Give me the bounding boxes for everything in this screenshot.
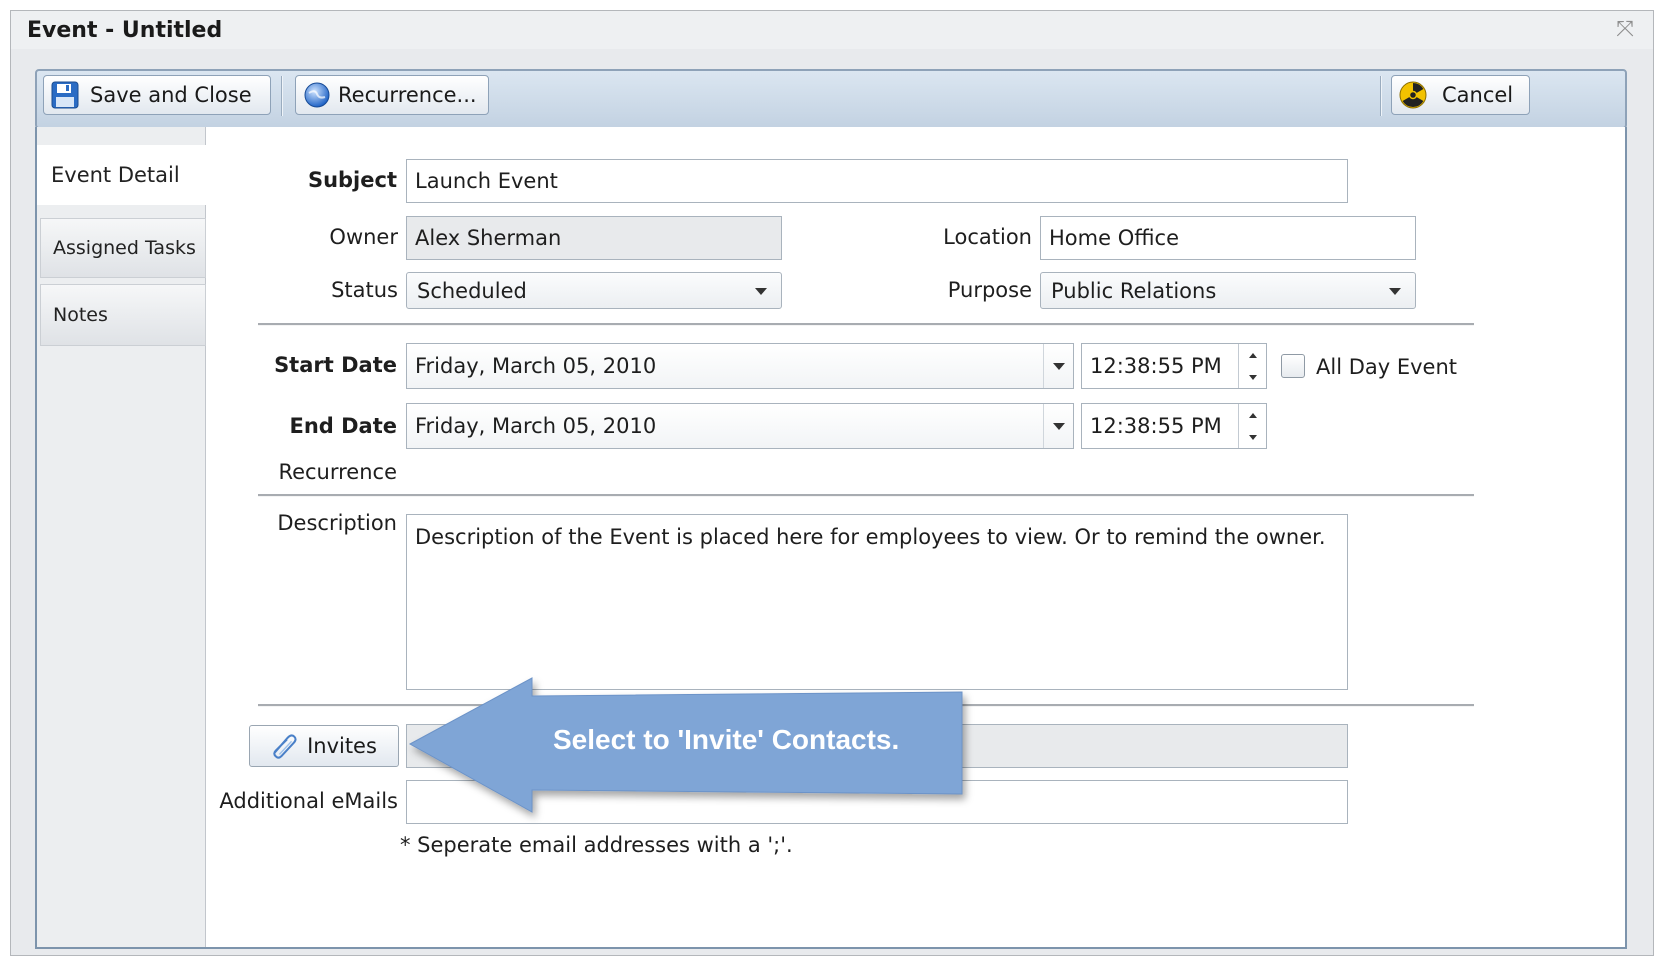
globe-icon: [302, 80, 332, 110]
toolbar-separator: [281, 76, 283, 116]
end-time-spinner[interactable]: [1238, 404, 1266, 448]
paperclip-icon: [271, 731, 299, 761]
callout-text: Select to 'Invite' Contacts.: [553, 724, 900, 755]
recurrence-button[interactable]: Recurrence...: [295, 75, 489, 115]
start-time-input[interactable]: 12:38:55 PM: [1081, 343, 1267, 389]
all-day-label: All Day Event: [1316, 355, 1458, 379]
tab-assigned-tasks[interactable]: Assigned Tasks: [40, 218, 206, 278]
toolbar-separator: [1380, 76, 1382, 116]
spin-up-icon[interactable]: [1239, 344, 1266, 366]
location-input[interactable]: Home Office: [1040, 216, 1416, 260]
purpose-dropdown[interactable]: Public Relations: [1040, 272, 1416, 309]
toolbar: [35, 69, 1627, 129]
recurrence-label: Recurrence...: [338, 83, 477, 107]
owner-label: Owner: [329, 225, 398, 249]
end-date-value: Friday, March 05, 2010: [415, 414, 657, 438]
recurrence-field-label: Recurrence: [278, 460, 397, 484]
email-hint: * Seperate email addresses with a ';'.: [400, 833, 793, 857]
additional-emails-label: Additional eMails: [219, 789, 398, 813]
subject-label: Subject: [307, 168, 397, 192]
start-date-picker[interactable]: Friday, March 05, 2010: [406, 343, 1074, 389]
title-bar: [11, 11, 1653, 49]
invites-label: Invites: [307, 734, 377, 758]
chevron-down-icon: [755, 287, 767, 295]
save-and-close-label: Save and Close: [90, 83, 252, 107]
status-value: Scheduled: [417, 278, 527, 303]
start-date-value: Friday, March 05, 2010: [415, 354, 657, 378]
end-time-input[interactable]: 12:38:55 PM: [1081, 403, 1267, 449]
chevron-down-icon: [1052, 422, 1065, 430]
status-dropdown[interactable]: Scheduled: [406, 272, 782, 309]
start-time-value: 12:38:55 PM: [1090, 354, 1222, 378]
description-label: Description: [277, 511, 397, 535]
spin-up-icon[interactable]: [1239, 404, 1266, 426]
cancel-label: Cancel: [1442, 83, 1514, 107]
start-date-label: Start Date: [274, 353, 397, 377]
location-label: Location: [943, 225, 1032, 249]
purpose-label: Purpose: [947, 278, 1032, 302]
all-day-checkbox[interactable]: [1281, 354, 1305, 378]
spin-down-icon[interactable]: [1239, 426, 1266, 448]
description-textarea[interactable]: Description of the Event is placed here …: [406, 514, 1348, 690]
start-time-spinner[interactable]: [1238, 344, 1266, 388]
status-label: Status: [331, 278, 398, 302]
section-divider: [258, 494, 1474, 497]
start-date-dropdown-button[interactable]: [1043, 344, 1073, 388]
owner-field: Alex Sherman: [406, 216, 782, 260]
save-and-close-button[interactable]: Save and Close: [43, 75, 271, 115]
window-title: Event - Untitled: [27, 18, 223, 43]
tab-event-detail[interactable]: Event Detail: [37, 145, 207, 205]
tab-notes[interactable]: Notes: [40, 284, 206, 346]
chevron-down-icon: [1389, 287, 1401, 295]
end-date-dropdown-button[interactable]: [1043, 404, 1073, 448]
subject-input[interactable]: Launch Event: [406, 159, 1348, 203]
radiation-icon: [1398, 80, 1428, 110]
purpose-value: Public Relations: [1051, 278, 1217, 303]
end-date-label: End Date: [289, 414, 397, 438]
close-icon[interactable]: ⤧: [1612, 17, 1638, 43]
end-date-picker[interactable]: Friday, March 05, 2010: [406, 403, 1074, 449]
floppy-disk-icon: [50, 80, 80, 110]
chevron-down-icon: [1052, 362, 1065, 370]
section-divider: [258, 323, 1474, 326]
invites-button[interactable]: Invites: [249, 725, 399, 767]
spin-down-icon[interactable]: [1239, 366, 1266, 388]
end-time-value: 12:38:55 PM: [1090, 414, 1222, 438]
cancel-button[interactable]: Cancel: [1391, 75, 1530, 115]
